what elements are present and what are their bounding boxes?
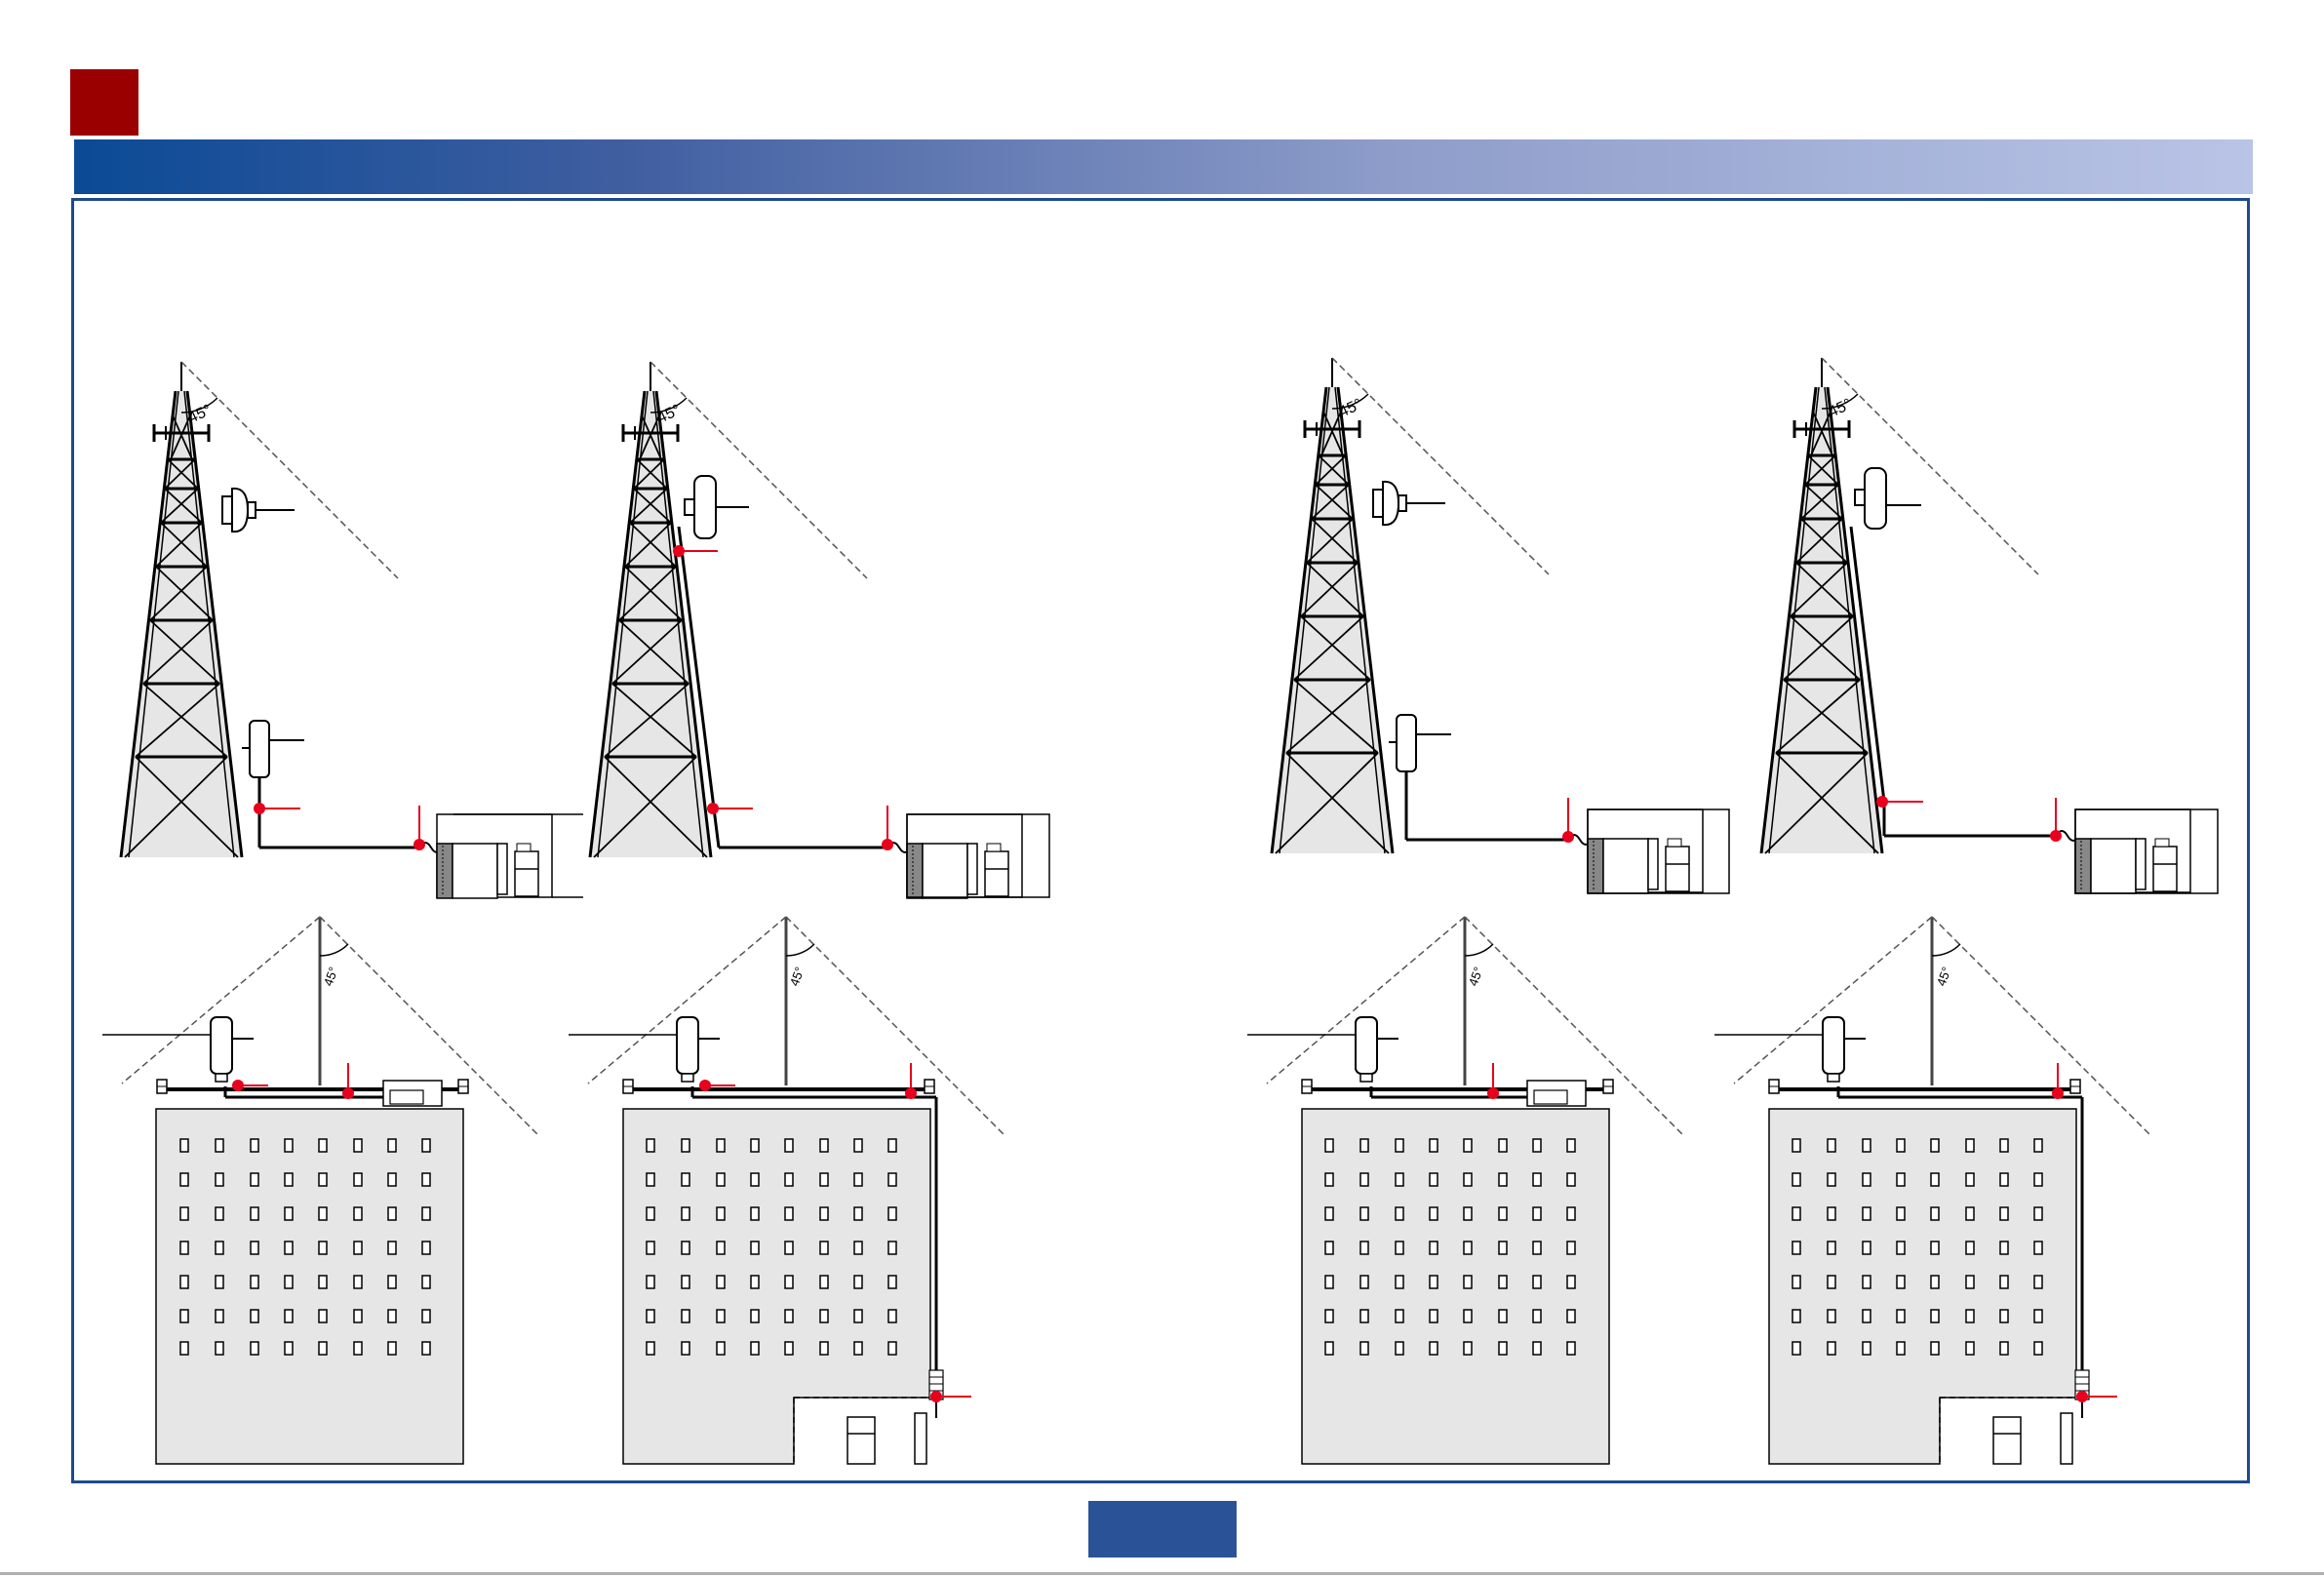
building-panel-4: 45°	[1714, 917, 2151, 1465]
tower-panel-4: 45°	[1759, 356, 2219, 894]
grounding-diagram: 45° 45° 45° 45° 45° 45° 45° 45°	[0, 356, 2219, 1465]
building-panel-2: 45°	[569, 917, 1005, 1465]
page-number-badge	[1088, 1501, 1237, 1557]
tower-panel-3: 45°	[1270, 356, 1730, 894]
building-panel-3: 45°	[1247, 917, 1684, 1465]
angle-label: 45°	[1466, 965, 1486, 988]
building-panel-1: 45°	[102, 917, 539, 1465]
angle-label: 45°	[321, 965, 341, 988]
tower-panel-2: 45°	[588, 360, 1050, 899]
footer-rule	[0, 1572, 2324, 1575]
angle-label: 45°	[787, 965, 807, 988]
angle-label: 45°	[1934, 965, 1954, 988]
tower-panel-1: 45°	[119, 360, 583, 899]
